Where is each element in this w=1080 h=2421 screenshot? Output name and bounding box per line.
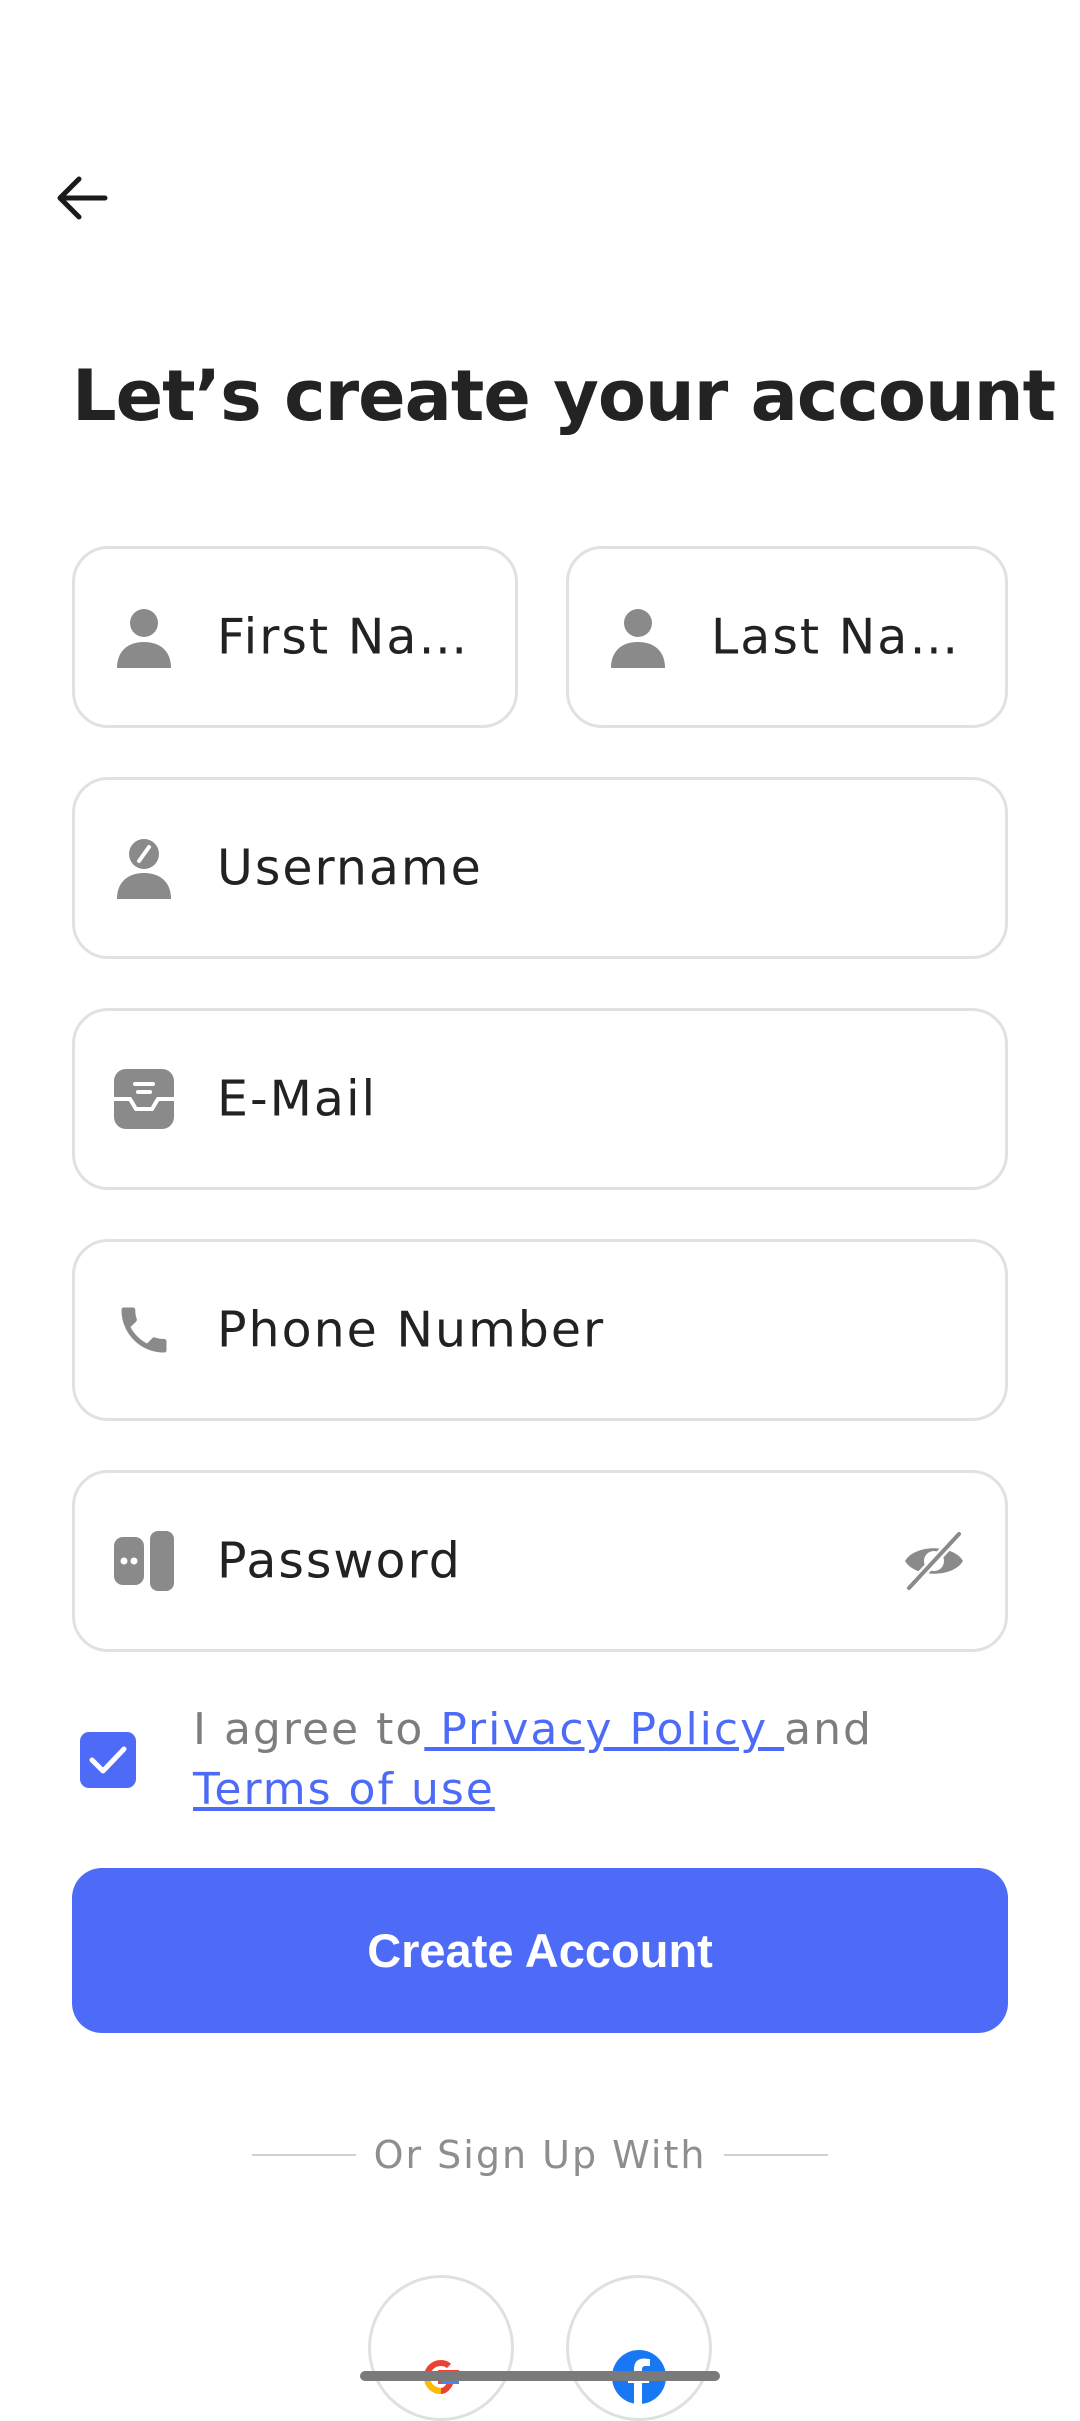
password-field[interactable]: Password [72, 1470, 1008, 1652]
email-placeholder: E-Mail [217, 1070, 378, 1128]
divider-line [252, 2154, 356, 2156]
eye-slash-icon[interactable] [901, 1528, 967, 1594]
agree-conjunction: and [784, 1704, 873, 1755]
person-icon [607, 606, 669, 668]
first-name-placeholder: First Na… [217, 608, 470, 666]
password-check-icon [113, 1530, 175, 1592]
password-placeholder: Password [217, 1532, 462, 1590]
user-edit-icon [113, 837, 175, 899]
gesture-bar [360, 2371, 720, 2381]
last-name-placeholder: Last Na… [711, 608, 961, 666]
agreement-text: I agree to Privacy Policy and Terms of u… [193, 1700, 993, 1820]
email-field[interactable]: E-Mail [72, 1008, 1008, 1190]
create-account-button[interactable]: Create Account [72, 1868, 1008, 2033]
phone-field[interactable]: Phone Number [72, 1239, 1008, 1421]
divider-line [724, 2154, 828, 2156]
agree-prefix: I agree to [193, 1704, 425, 1755]
back-button[interactable] [52, 168, 112, 228]
divider-text: Or Sign Up With [373, 2133, 707, 2177]
last-name-field[interactable]: Last Na… [566, 546, 1008, 728]
terms-of-use-link[interactable]: Terms of use [193, 1764, 495, 1815]
username-placeholder: Username [217, 839, 483, 897]
arrow-left-icon [57, 176, 108, 220]
checkmark-icon [89, 1746, 127, 1774]
facebook-signup-button[interactable] [566, 2275, 712, 2421]
google-signup-button[interactable] [368, 2275, 514, 2421]
first-name-field[interactable]: First Na… [72, 546, 518, 728]
social-divider: Or Sign Up With [252, 2130, 828, 2180]
privacy-policy-link[interactable]: Privacy Policy [424, 1704, 784, 1755]
agree-checkbox[interactable] [80, 1732, 136, 1788]
phone-icon [113, 1299, 175, 1361]
person-icon [113, 606, 175, 668]
inbox-icon [113, 1068, 175, 1130]
page-title: Let’s create your account [72, 355, 1056, 437]
username-field[interactable]: Username [72, 777, 1008, 959]
phone-placeholder: Phone Number [217, 1301, 606, 1359]
